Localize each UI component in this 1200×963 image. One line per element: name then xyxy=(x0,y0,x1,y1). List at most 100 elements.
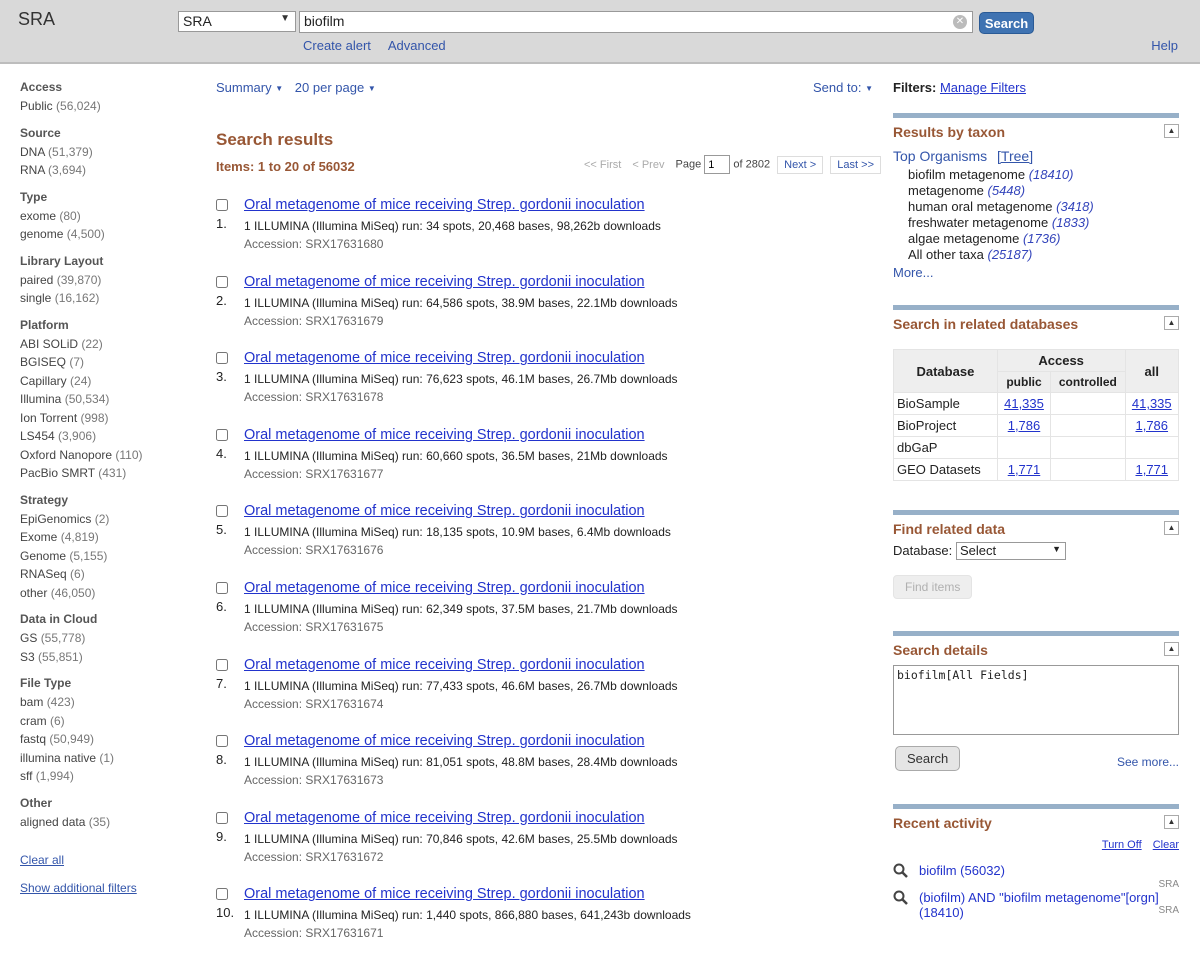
facet-item[interactable]: single (16,162) xyxy=(20,289,190,308)
facet-item[interactable]: DNA (51,379) xyxy=(20,143,190,162)
organism-item[interactable]: biofilm metagenome (18410) xyxy=(908,167,1179,183)
facet-item[interactable]: S3 (55,851) xyxy=(20,648,190,667)
facet-item[interactable]: Exome (4,819) xyxy=(20,528,190,547)
result-title-link[interactable]: Oral metagenome of mice receiving Strep.… xyxy=(244,274,645,290)
details-search-button[interactable]: Search xyxy=(895,746,961,771)
result-checkbox[interactable] xyxy=(216,735,228,748)
collapse-icon[interactable]: ▲ xyxy=(1164,124,1179,138)
sra-logo[interactable]: SRA xyxy=(18,9,55,30)
organism-item[interactable]: All other taxa (25187) xyxy=(908,247,1179,263)
prev-page-link[interactable]: < Prev xyxy=(632,159,664,171)
facet-item[interactable]: illumina native (1) xyxy=(20,749,190,768)
clear-history-link[interactable]: Clear xyxy=(1153,839,1179,851)
facet-item[interactable]: RNA (3,694) xyxy=(20,161,190,180)
items-count: Items: 1 to 20 of 56032 xyxy=(216,159,355,174)
search-input[interactable]: biofilm ✕ xyxy=(299,11,973,33)
facet-item[interactable]: Oxford Nanopore (110) xyxy=(20,446,190,465)
see-more-link[interactable]: See more... xyxy=(1117,755,1179,769)
result-title-link[interactable]: Oral metagenome of mice receiving Strep.… xyxy=(244,810,645,826)
facet-item[interactable]: fastq (50,949) xyxy=(20,730,190,749)
result-checkbox[interactable] xyxy=(216,352,228,365)
related-db-all-link[interactable]: 41,335 xyxy=(1132,396,1172,411)
find-items-button[interactable]: Find items xyxy=(893,575,973,599)
related-db-public-link[interactable]: 41,335 xyxy=(1004,396,1044,411)
facet-item[interactable]: other (46,050) xyxy=(20,584,190,603)
organism-item[interactable]: algae metagenome (1736) xyxy=(908,231,1179,247)
organism-name: metagenome xyxy=(908,183,984,198)
result-checkbox[interactable] xyxy=(216,581,228,594)
facet-item[interactable]: PacBio SMRT (431) xyxy=(20,464,190,483)
per-page-dropdown[interactable]: 20 per page ▼ xyxy=(295,80,376,95)
result-checkbox[interactable] xyxy=(216,275,228,288)
clear-all-filters-link[interactable]: Clear all xyxy=(20,853,190,867)
facet-item[interactable]: Capillary (24) xyxy=(20,372,190,391)
collapse-icon[interactable]: ▲ xyxy=(1164,316,1179,330)
last-page-button[interactable]: Last >> xyxy=(830,155,881,174)
facet-item[interactable]: sff (1,994) xyxy=(20,767,190,786)
summary-format-dropdown[interactable]: Summary ▼ xyxy=(216,80,283,95)
facet-item[interactable]: LS454 (3,906) xyxy=(20,427,190,446)
organism-count: (5448) xyxy=(987,183,1026,198)
related-db-public-link[interactable]: 1,786 xyxy=(1008,418,1041,433)
result-checkbox[interactable] xyxy=(216,658,228,671)
facet-item[interactable]: GS (55,778) xyxy=(20,629,190,648)
facet-item[interactable]: Illumina (50,534) xyxy=(20,390,190,409)
turn-off-link[interactable]: Turn Off xyxy=(1102,839,1142,851)
facet-item[interactable]: BGISEQ (7) xyxy=(20,353,190,372)
facet-item[interactable]: exome (80) xyxy=(20,207,190,226)
facet-item[interactable]: aligned data (35) xyxy=(20,813,190,832)
facet-item[interactable]: bam (423) xyxy=(20,693,190,712)
facet-item[interactable]: cram (6) xyxy=(20,712,190,731)
help-link[interactable]: Help xyxy=(1151,38,1178,53)
facet-item[interactable]: ABI SOLiD (22) xyxy=(20,335,190,354)
facet-item[interactable]: EpiGenomics (2) xyxy=(20,510,190,529)
result-checkbox[interactable] xyxy=(216,428,228,441)
page-number-input[interactable] xyxy=(704,155,731,174)
search-button[interactable]: Search xyxy=(979,12,1034,34)
result-title-link[interactable]: Oral metagenome of mice receiving Strep.… xyxy=(244,503,645,519)
result-title-link[interactable]: Oral metagenome of mice receiving Strep.… xyxy=(244,657,645,673)
database-select[interactable]: SRA ▼ xyxy=(178,11,296,32)
result-number: 1. xyxy=(216,216,227,231)
facet-item[interactable]: paired (39,870) xyxy=(20,271,190,290)
search-details-textarea[interactable]: biofilm[All Fields] xyxy=(893,665,1179,735)
first-page-link[interactable]: << First xyxy=(584,159,621,171)
result-checkbox[interactable] xyxy=(216,199,228,211)
result-title-link[interactable]: Oral metagenome of mice receiving Strep.… xyxy=(244,580,645,596)
organism-item[interactable]: metagenome (5448) xyxy=(908,183,1179,199)
organism-item[interactable]: human oral metagenome (3418) xyxy=(908,199,1179,215)
result-title-link[interactable]: Oral metagenome of mice receiving Strep.… xyxy=(244,886,645,902)
clear-search-icon[interactable]: ✕ xyxy=(953,15,967,29)
advanced-search-link[interactable]: Advanced xyxy=(388,38,446,53)
next-page-button[interactable]: Next > xyxy=(777,155,824,174)
manage-filters-link[interactable]: Manage Filters xyxy=(940,80,1026,95)
facet-item[interactable]: genome (4,500) xyxy=(20,225,190,244)
related-database-select[interactable]: Select ▼ xyxy=(956,542,1066,560)
facet-item[interactable]: Ion Torrent (998) xyxy=(20,409,190,428)
organism-item[interactable]: freshwater metagenome (1833) xyxy=(908,215,1179,231)
result-checkbox[interactable] xyxy=(216,888,228,901)
facet-item[interactable]: RNASeq (6) xyxy=(20,565,190,584)
create-alert-link[interactable]: Create alert xyxy=(303,38,371,53)
facet-item[interactable]: Public (56,024) xyxy=(20,97,190,116)
show-additional-filters-link[interactable]: Show additional filters xyxy=(20,881,190,895)
send-to-dropdown[interactable]: Send to: ▼ xyxy=(813,80,873,95)
result-title-link[interactable]: Oral metagenome of mice receiving Strep.… xyxy=(244,350,645,366)
result-checkbox[interactable] xyxy=(216,505,228,518)
collapse-icon[interactable]: ▲ xyxy=(1164,642,1179,656)
more-taxa-link[interactable]: More... xyxy=(893,265,1179,280)
result-checkbox[interactable] xyxy=(216,811,228,824)
recent-activity-item[interactable]: (biofilm) AND "biofilm metagenome"[orgn]… xyxy=(893,890,1179,920)
tree-link[interactable]: [Tree] xyxy=(997,148,1033,164)
recent-activity-item[interactable]: biofilm (56032) SRA xyxy=(893,863,1179,890)
collapse-icon[interactable]: ▲ xyxy=(1164,815,1179,829)
facet-item[interactable]: Genome (5,155) xyxy=(20,547,190,566)
result-title-link[interactable]: Oral metagenome of mice receiving Strep.… xyxy=(244,733,645,749)
result-title-link[interactable]: Oral metagenome of mice receiving Strep.… xyxy=(244,427,645,443)
search-details-portlet: Search details ▲ biofilm[All Fields] Sea… xyxy=(893,631,1179,776)
collapse-icon[interactable]: ▲ xyxy=(1164,521,1179,535)
related-db-public-link[interactable]: 1,771 xyxy=(1008,462,1041,477)
related-db-all-link[interactable]: 1,786 xyxy=(1135,418,1168,433)
result-title-link[interactable]: Oral metagenome of mice receiving Strep.… xyxy=(244,197,645,213)
related-db-all-link[interactable]: 1,771 xyxy=(1135,462,1168,477)
